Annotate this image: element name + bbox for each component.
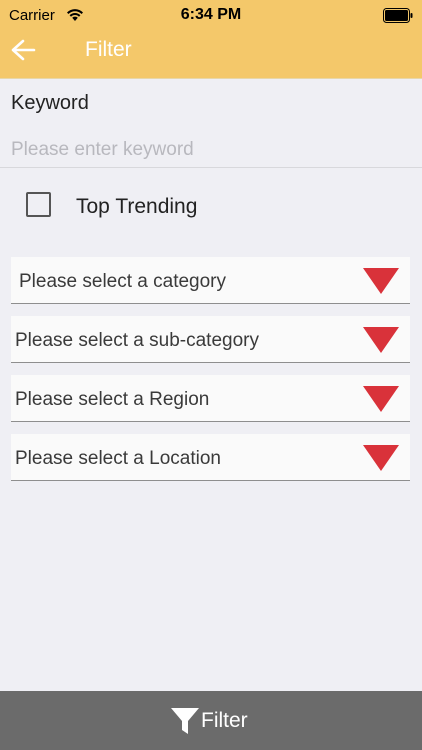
chevron-down-icon — [363, 386, 399, 412]
filter-button-label: Filter — [201, 709, 248, 732]
top-trending-label[interactable]: Top Trending — [76, 195, 197, 219]
region-dropdown[interactable]: Please select a Region — [11, 375, 410, 422]
chevron-down-icon — [363, 327, 399, 353]
page-title: Filter — [85, 38, 132, 61]
chevron-down-icon — [363, 445, 399, 471]
category-dropdown-label: Please select a category — [19, 271, 227, 292]
clock: 6:34 PM — [180, 6, 242, 23]
funnel-icon — [171, 708, 199, 734]
region-dropdown-label: Please select a Region — [15, 389, 210, 410]
chevron-down-icon — [363, 268, 399, 294]
keyword-divider — [0, 167, 422, 168]
sub-category-dropdown[interactable]: Please select a sub-category — [11, 316, 410, 363]
back-arrow-icon[interactable] — [10, 38, 36, 62]
battery-icon — [383, 8, 413, 23]
header: Carrier 6:34 PM Filter — [0, 0, 422, 79]
location-dropdown-label: Please select a Location — [15, 448, 221, 469]
keyword-input[interactable] — [11, 136, 411, 164]
status-bar: Carrier 6:34 PM — [0, 0, 422, 30]
top-trending-checkbox[interactable] — [26, 192, 51, 217]
keyword-label: Keyword — [11, 92, 89, 114]
category-dropdown[interactable]: Please select a category — [11, 257, 410, 304]
filter-button[interactable]: Filter — [0, 691, 422, 750]
sub-category-dropdown-label: Please select a sub-category — [15, 330, 259, 351]
location-dropdown[interactable]: Please select a Location — [11, 434, 410, 481]
